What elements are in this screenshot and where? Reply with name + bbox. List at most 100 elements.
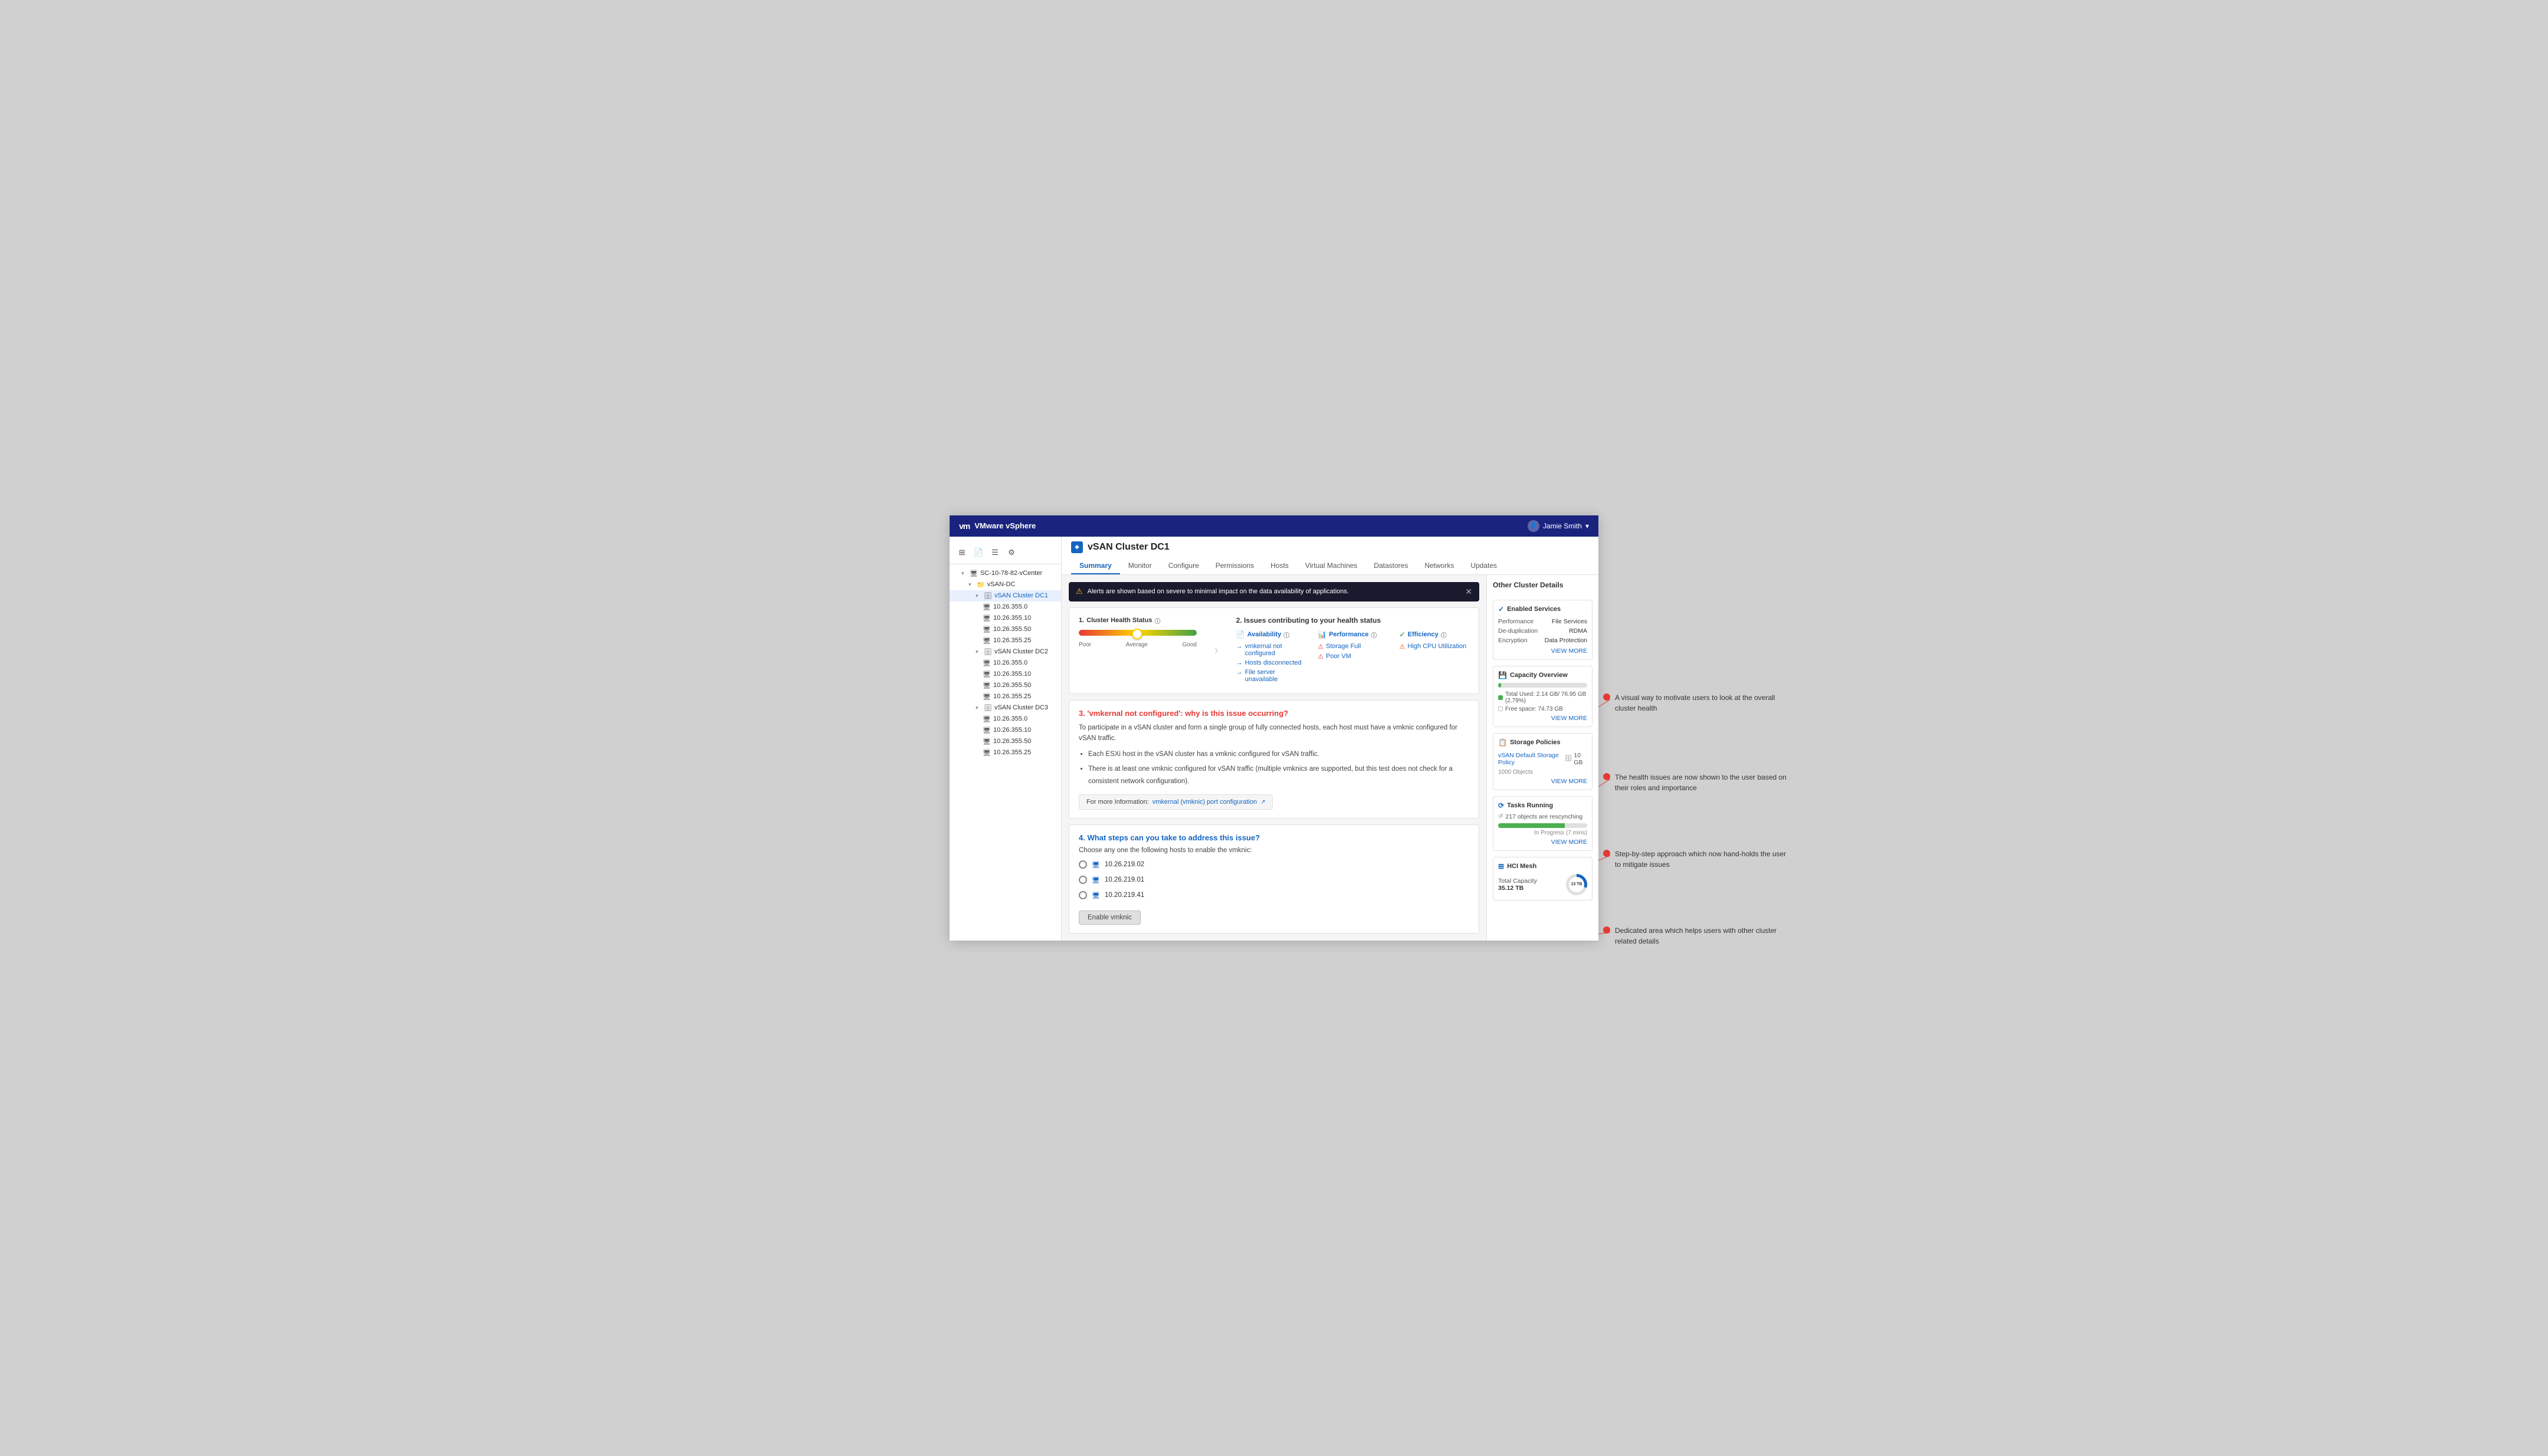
sidebar-grid-icon[interactable]: ⊞ bbox=[954, 545, 970, 560]
vmkernel-card: 3. 'vmkernal not configured': why is thi… bbox=[1069, 700, 1479, 819]
tab-summary[interactable]: Summary bbox=[1071, 558, 1120, 574]
sidebar: ⊞ 📄 ☰ ⚙ ▾ 🖥 SC-10-78-82-vCenter ▾ 📁 vSAN… bbox=[950, 537, 1062, 941]
alert-close-button[interactable]: ✕ bbox=[1465, 587, 1472, 597]
sidebar-item-host-2-4[interactable]: 🖥 10.26.355.25 bbox=[950, 691, 1061, 702]
enabled-services-section: ✓ Enabled Services Performance File Serv… bbox=[1493, 600, 1592, 660]
capacity-bar-track bbox=[1498, 683, 1587, 688]
tab-updates[interactable]: Updates bbox=[1462, 558, 1505, 574]
user-avatar: 👤 bbox=[1528, 520, 1539, 532]
issue-link-cpu[interactable]: High CPU Utilization bbox=[1407, 643, 1466, 650]
progress-fill bbox=[1498, 823, 1565, 828]
annotation-1: A visual way to motivate users to look a… bbox=[1603, 692, 1792, 714]
more-info-link[interactable]: vmkernal (vmknic) port configuration bbox=[1152, 798, 1257, 806]
policies-view-more[interactable]: VIEW MORE bbox=[1498, 778, 1587, 785]
sidebar-item-host-3-4[interactable]: 🖥 10.26.355.25 bbox=[950, 747, 1061, 758]
tab-configure[interactable]: Configure bbox=[1160, 558, 1207, 574]
tasks-desc: ↺ 217 objects are rescynching bbox=[1498, 813, 1587, 820]
issue-poor-vm: ⚠ Poor VM bbox=[1318, 653, 1387, 660]
sidebar-item-host-2-3[interactable]: 🖥 10.26.355.50 bbox=[950, 680, 1061, 691]
sidebar-item-vsan-dc[interactable]: ▾ 📁 vSAN-DC bbox=[950, 579, 1061, 590]
hci-chart-inner: 13 TB bbox=[1569, 877, 1584, 892]
service-row-encryption: Encryption Data Protection bbox=[1498, 636, 1587, 645]
sidebar-item-host-1-4[interactable]: 🖥 10.26.355.25 bbox=[950, 635, 1061, 646]
issue-link-storage[interactable]: Storage Full bbox=[1326, 643, 1361, 650]
alert-bar: ⚠ Alerts are shown based on severe to mi… bbox=[1069, 582, 1479, 602]
host-ip-2: 10.26.219.01 bbox=[1105, 876, 1144, 883]
sidebar-doc-icon[interactable]: 📄 bbox=[971, 545, 986, 560]
tasks-view-more[interactable]: VIEW MORE bbox=[1498, 839, 1587, 846]
sidebar-item-cluster-dc2[interactable]: ▾ 🗄 vSAN Cluster DC2 bbox=[950, 646, 1061, 658]
host-ip-1: 10.26.219.02 bbox=[1105, 861, 1144, 868]
issue-link-hosts[interactable]: Hosts disconnected bbox=[1245, 659, 1302, 666]
health-bar-container bbox=[1079, 630, 1197, 639]
capacity-legend-free: Free space: 74.73 GB bbox=[1498, 706, 1587, 712]
capacity-icon: 💾 bbox=[1498, 671, 1507, 679]
enable-vmknic-button[interactable]: Enable vmknic bbox=[1079, 911, 1141, 925]
top-bar: vm VMware vSphere 👤 Jamie Smith ▾ bbox=[950, 515, 1598, 537]
policy-row-default: vSAN Default Storage Policy 🗄 10 GB bbox=[1498, 750, 1587, 768]
tasks-icon: ⟳ bbox=[1498, 801, 1504, 810]
tab-datastores[interactable]: Datastores bbox=[1365, 558, 1416, 574]
availability-label: Availability bbox=[1247, 631, 1282, 638]
hci-header: ⊞ HCI Mesh bbox=[1498, 862, 1587, 870]
service-label-dedup: De-duplication bbox=[1498, 627, 1538, 635]
sidebar-item-host-1-3[interactable]: 🖥 10.26.355.50 bbox=[950, 624, 1061, 635]
policy-size-value: 10 GB bbox=[1574, 752, 1587, 766]
storage-policies-title: Storage Policies bbox=[1510, 739, 1561, 746]
sidebar-gear-icon[interactable]: ⚙ bbox=[1004, 545, 1019, 560]
issue-storage-full: ⚠ Storage Full bbox=[1318, 643, 1387, 650]
host-icon: 🖥 bbox=[983, 671, 991, 678]
capacity-view-more[interactable]: VIEW MORE bbox=[1498, 715, 1587, 722]
sidebar-item-host-1-2[interactable]: 🖥 10.26.355.10 bbox=[950, 613, 1061, 624]
sidebar-item-host-1-1[interactable]: 🖥 10.26.355.0 bbox=[950, 602, 1061, 613]
sidebar-item-host-3-2[interactable]: 🖥 10.26.355.10 bbox=[950, 725, 1061, 736]
sidebar-item-cluster-dc3[interactable]: ▾ 🗄 vSAN Cluster DC3 bbox=[950, 702, 1061, 714]
hci-title: HCI Mesh bbox=[1507, 863, 1536, 870]
host-radio-3: 🖥 10.20.219.41 bbox=[1079, 889, 1469, 901]
issue-link-file[interactable]: File server unavailable bbox=[1245, 669, 1306, 683]
radio-btn-2[interactable] bbox=[1079, 876, 1087, 884]
health-label-good: Good bbox=[1183, 642, 1197, 648]
sidebar-item-cluster-dc1[interactable]: ▾ 🗄 vSAN Cluster DC1 bbox=[950, 590, 1061, 602]
cluster-icon-dc2: 🗄 bbox=[984, 648, 992, 656]
tasks-title: Tasks Running bbox=[1507, 802, 1553, 809]
tab-permissions[interactable]: Permissions bbox=[1207, 558, 1262, 574]
policy-name[interactable]: vSAN Default Storage Policy bbox=[1498, 752, 1565, 766]
host-label-2-4: 10.26.355.25 bbox=[993, 693, 1031, 700]
issue-link-poor-vm[interactable]: Poor VM bbox=[1326, 653, 1351, 660]
content-area: ◈ vSAN Cluster DC1 Summary Monitor Confi… bbox=[1062, 537, 1598, 941]
storage-policies-icon: 📋 bbox=[1498, 738, 1507, 747]
sidebar-item-host-2-2[interactable]: 🖥 10.26.355.10 bbox=[950, 669, 1061, 680]
capacity-legend-used: Total Used: 2.14 GB/ 76.95 GB (2.79%) bbox=[1498, 691, 1587, 704]
more-info-label: For more Information: bbox=[1086, 798, 1149, 806]
dc-icon: 📁 bbox=[977, 581, 985, 589]
screen-wrapper: vm VMware vSphere 👤 Jamie Smith ▾ ⊞ 📄 ☰ … bbox=[950, 515, 1598, 941]
issue-link-vmkernal[interactable]: vmkernal not configured bbox=[1245, 643, 1306, 657]
health-left: 1. Cluster Health Status ⓘ bbox=[1079, 616, 1197, 685]
issue-arrow-1: → bbox=[1236, 643, 1243, 650]
tab-monitor[interactable]: Monitor bbox=[1120, 558, 1160, 574]
capacity-bar-fill bbox=[1498, 683, 1501, 688]
app-title: VMware vSphere bbox=[974, 521, 1036, 530]
radio-btn-1[interactable] bbox=[1079, 860, 1087, 869]
other-cluster-title: Other Cluster Details bbox=[1493, 581, 1592, 589]
tab-virtual-machines[interactable]: Virtual Machines bbox=[1297, 558, 1366, 574]
sidebar-list-icon[interactable]: ☰ bbox=[987, 545, 1003, 560]
tab-networks[interactable]: Networks bbox=[1416, 558, 1462, 574]
host-label-2-3: 10.26.355.50 bbox=[993, 682, 1031, 689]
issue-col-efficiency: ✓ Efficiency ⓘ ⚠ High CPU Utilization bbox=[1400, 630, 1469, 685]
main-layout: ⊞ 📄 ☰ ⚙ ▾ 🖥 SC-10-78-82-vCenter ▾ 📁 vSAN… bbox=[950, 537, 1598, 941]
tab-hosts[interactable]: Hosts bbox=[1262, 558, 1297, 574]
sidebar-item-vcenter[interactable]: ▾ 🖥 SC-10-78-82-vCenter bbox=[950, 568, 1061, 579]
performance-header: 📊 Performance ⓘ bbox=[1318, 630, 1387, 639]
efficiency-label: Efficiency bbox=[1408, 631, 1439, 638]
radio-btn-3[interactable] bbox=[1079, 891, 1087, 899]
user-chevron-icon: ▾ bbox=[1585, 522, 1589, 530]
sidebar-item-host-3-1[interactable]: 🖥 10.26.355.0 bbox=[950, 714, 1061, 725]
health-label-poor: Poor bbox=[1079, 642, 1091, 648]
services-view-more[interactable]: VIEW MORE bbox=[1498, 648, 1587, 655]
vm-logo: vm bbox=[959, 521, 970, 531]
sidebar-item-host-3-3[interactable]: 🖥 10.26.355.50 bbox=[950, 736, 1061, 747]
sidebar-item-host-2-1[interactable]: 🖥 10.26.355.0 bbox=[950, 658, 1061, 669]
host-icon-1: 🖥 bbox=[1092, 861, 1100, 869]
